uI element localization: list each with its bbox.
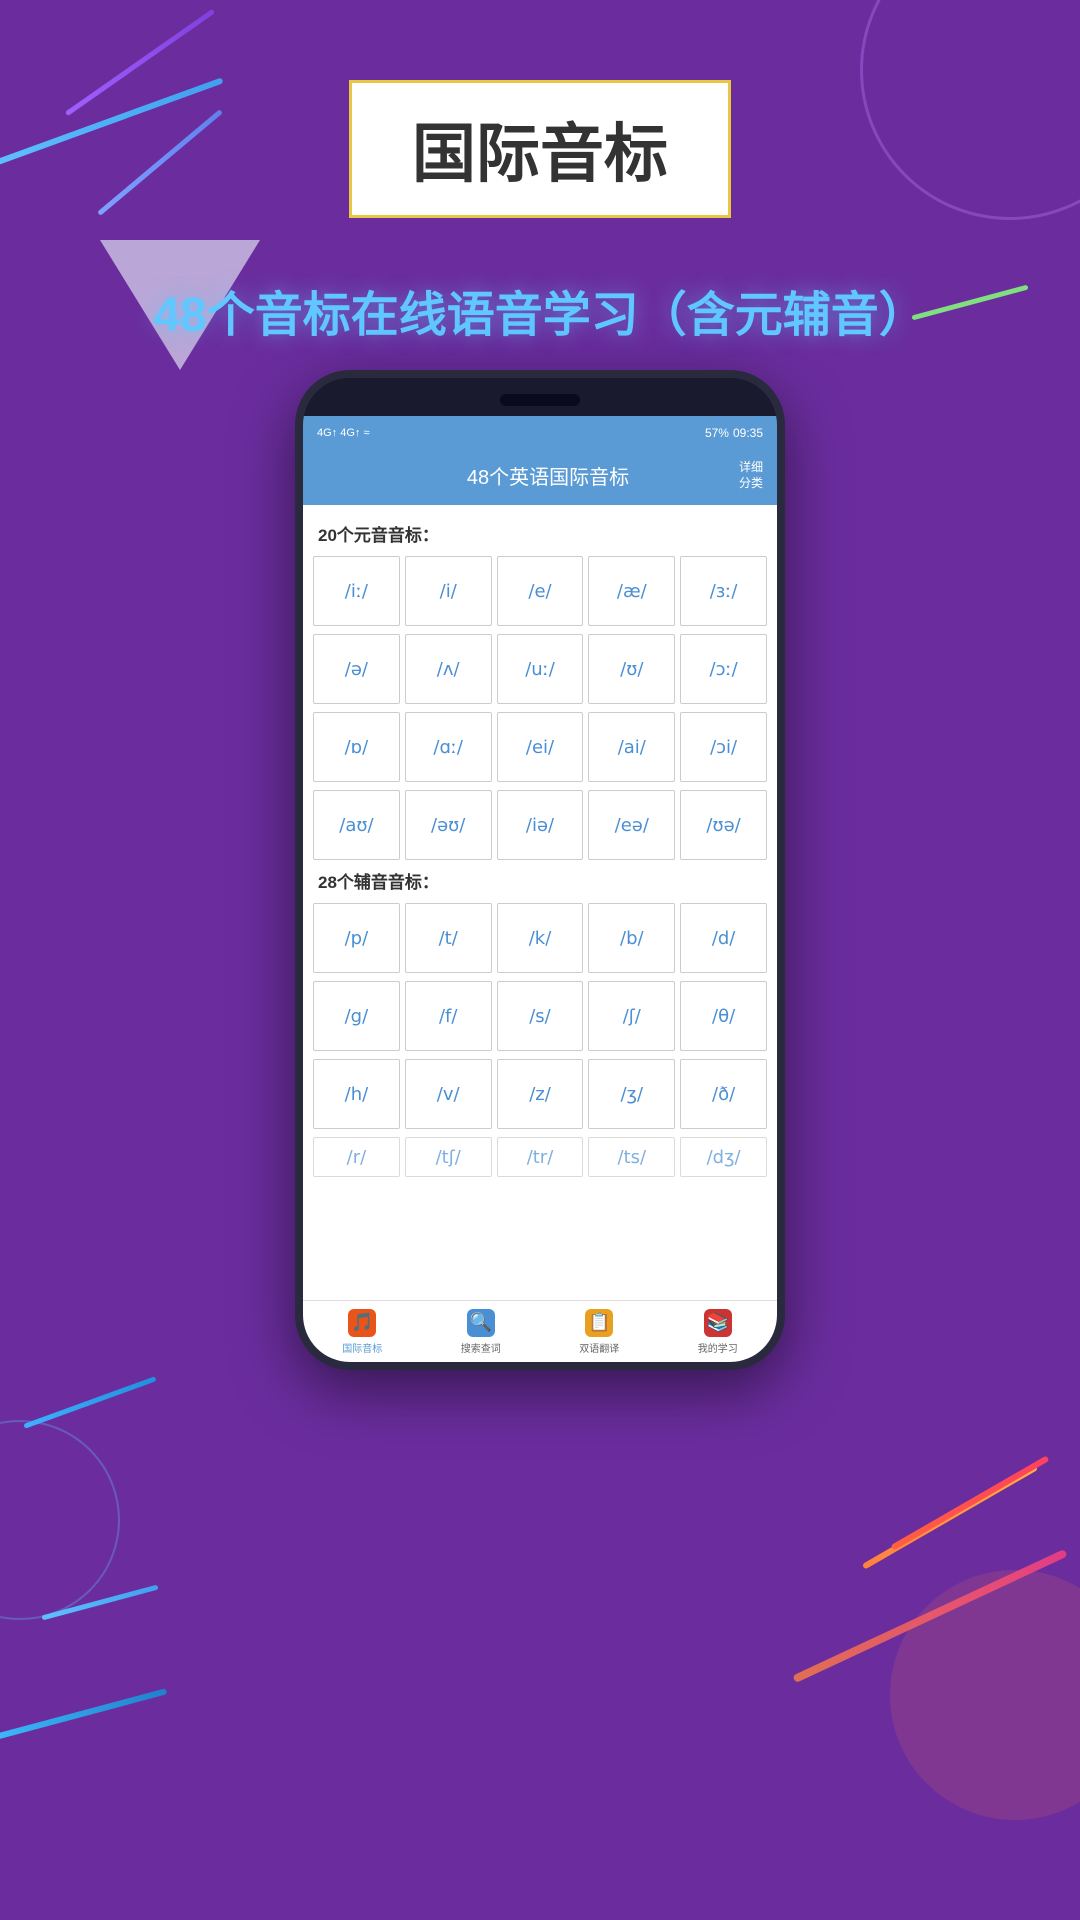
phonetic-cell[interactable]: /ʒ/ xyxy=(588,1059,675,1129)
phone-notch xyxy=(500,394,580,406)
phonetic-cell[interactable]: /æ/ xyxy=(588,556,675,626)
nav-item-study[interactable]: 📚 我的学习 xyxy=(659,1301,778,1362)
phone-notch-area xyxy=(303,378,777,416)
nav-item-translate[interactable]: 📋 双语翻译 xyxy=(540,1301,659,1362)
vowels-row-3: /ɒ/ /ɑː/ /ei/ /ai/ /ɔi/ xyxy=(313,712,767,782)
deco-line-2 xyxy=(65,9,215,116)
phonetic-cell[interactable]: /ʊə/ xyxy=(680,790,767,860)
phonetic-cell[interactable]: /tr/ xyxy=(497,1137,584,1177)
deco-line-extra-2 xyxy=(23,1376,156,1429)
content-area: 20个元音音标： /iː/ /i/ /e/ /æ/ /ɜː/ /ə/ /ʌ/ /… xyxy=(303,505,777,1300)
phonetic-cell[interactable]: /ð/ xyxy=(680,1059,767,1129)
nav-item-search[interactable]: 🔍 搜索查词 xyxy=(422,1301,541,1362)
phonetic-cell[interactable]: /eə/ xyxy=(588,790,675,860)
phonetic-cell[interactable]: /iː/ xyxy=(313,556,400,626)
status-right: 57% 09:35 xyxy=(705,426,763,440)
phonetic-cell[interactable]: /ɒ/ xyxy=(313,712,400,782)
translate-icon: 📋 xyxy=(585,1309,613,1337)
phonetics-icon: 🎵 xyxy=(348,1309,376,1337)
app-header-title: 48个英语国际音标 xyxy=(357,461,739,490)
phonetic-cell[interactable]: /v/ xyxy=(405,1059,492,1129)
phonetic-cell[interactable]: /ʊ/ xyxy=(588,634,675,704)
phonetic-cell[interactable]: /i/ xyxy=(405,556,492,626)
phonetic-cell[interactable]: /dʒ/ xyxy=(680,1137,767,1177)
nav-item-phonetics[interactable]: 🎵 国际音标 xyxy=(303,1301,422,1362)
status-left: 4G↑ 4G↑ ≈ xyxy=(317,427,370,439)
phonetic-cell[interactable]: /z/ xyxy=(497,1059,584,1129)
phonetic-cell[interactable]: /tʃ/ xyxy=(405,1137,492,1177)
study-icon: 📚 xyxy=(704,1309,732,1337)
phonetic-cell[interactable]: /f/ xyxy=(405,981,492,1051)
phonetic-cell[interactable]: /ɑː/ xyxy=(405,712,492,782)
consonants-row-4: /r/ /tʃ/ /tr/ /ts/ /dʒ/ xyxy=(313,1137,767,1177)
phonetic-cell[interactable]: /b/ xyxy=(588,903,675,973)
phonetic-cell[interactable]: /ɔi/ xyxy=(680,712,767,782)
phonetic-cell[interactable]: /iə/ xyxy=(497,790,584,860)
phonetic-cell[interactable]: /h/ xyxy=(313,1059,400,1129)
phonetic-cell[interactable]: /d/ xyxy=(680,903,767,973)
phonetic-cell[interactable]: /əʊ/ xyxy=(405,790,492,860)
bottom-nav: 🎵 国际音标 🔍 搜索查词 📋 双语翻译 📚 我的学习 xyxy=(303,1300,777,1362)
phonetic-cell[interactable]: /r/ xyxy=(313,1137,400,1177)
phonetic-cell[interactable]: /ʃ/ xyxy=(588,981,675,1051)
deco-line-1 xyxy=(0,77,223,168)
phonetic-cell[interactable]: /p/ xyxy=(313,903,400,973)
consonants-row-3: /h/ /v/ /z/ /ʒ/ /ð/ xyxy=(313,1059,767,1129)
phonetic-cell[interactable]: /ɔː/ xyxy=(680,634,767,704)
consonants-section-title: 28个辅音音标： xyxy=(318,868,767,893)
phonetic-cell[interactable]: /ei/ xyxy=(497,712,584,782)
phonetic-cell[interactable]: /s/ xyxy=(497,981,584,1051)
status-bar: 4G↑ 4G↑ ≈ 57% 09:35 xyxy=(303,416,777,450)
deco-circle-bottom-left xyxy=(0,1420,120,1620)
deco-circle-top-right xyxy=(860,0,1080,220)
deco-circle-bottom-right xyxy=(890,1570,1080,1820)
consonants-row-1: /p/ /t/ /k/ /b/ /d/ xyxy=(313,903,767,973)
phonetic-cell[interactable]: /ə/ xyxy=(313,634,400,704)
vowels-row-1: /iː/ /i/ /e/ /æ/ /ɜː/ xyxy=(313,556,767,626)
vowels-row-2: /ə/ /ʌ/ /uː/ /ʊ/ /ɔː/ xyxy=(313,634,767,704)
search-icon: 🔍 xyxy=(467,1309,495,1337)
consonants-row-2: /g/ /f/ /s/ /ʃ/ /θ/ xyxy=(313,981,767,1051)
app-header-detail[interactable]: 详细 分类 xyxy=(739,460,763,491)
phonetic-cell[interactable]: /ʌ/ xyxy=(405,634,492,704)
subtitle: 48个音标在线语音学习（含元辅音） xyxy=(0,275,1080,345)
nav-label-translate: 双语翻译 xyxy=(579,1340,619,1355)
time-text: 09:35 xyxy=(733,426,763,440)
battery-text: 57% xyxy=(705,426,729,440)
phonetic-cell[interactable]: /uː/ xyxy=(497,634,584,704)
phonetic-cell[interactable]: /ts/ xyxy=(588,1137,675,1177)
phonetic-cell[interactable]: /e/ xyxy=(497,556,584,626)
vowels-section-title: 20个元音音标： xyxy=(318,521,767,546)
phonetic-cell[interactable]: /ɜː/ xyxy=(680,556,767,626)
app-header: 48个英语国际音标 详细 分类 xyxy=(303,450,777,505)
phone-mockup: 4G↑ 4G↑ ≈ 57% 09:35 48个英语国际音标 详细 分类 20个元… xyxy=(295,370,785,1370)
phonetic-cell[interactable]: /ai/ xyxy=(588,712,675,782)
phonetic-cell[interactable]: /k/ xyxy=(497,903,584,973)
signal-text: 4G↑ 4G↑ ≈ xyxy=(317,427,370,439)
page-title: 国际音标 xyxy=(412,103,668,195)
phonetic-cell[interactable]: /θ/ xyxy=(680,981,767,1051)
nav-label-phonetics: 国际音标 xyxy=(342,1340,382,1355)
phonetic-cell[interactable]: /g/ xyxy=(313,981,400,1051)
phonetic-cell[interactable]: /aʊ/ xyxy=(313,790,400,860)
deco-line-extra-3 xyxy=(891,1455,1050,1550)
title-box: 国际音标 xyxy=(349,80,731,218)
phonetic-cell[interactable]: /t/ xyxy=(405,903,492,973)
deco-line-extra-1 xyxy=(97,109,223,216)
vowels-row-4: /aʊ/ /əʊ/ /iə/ /eə/ /ʊə/ xyxy=(313,790,767,860)
nav-label-study: 我的学习 xyxy=(698,1340,738,1355)
nav-label-search: 搜索查词 xyxy=(461,1340,501,1355)
deco-line-5 xyxy=(0,1688,167,1746)
